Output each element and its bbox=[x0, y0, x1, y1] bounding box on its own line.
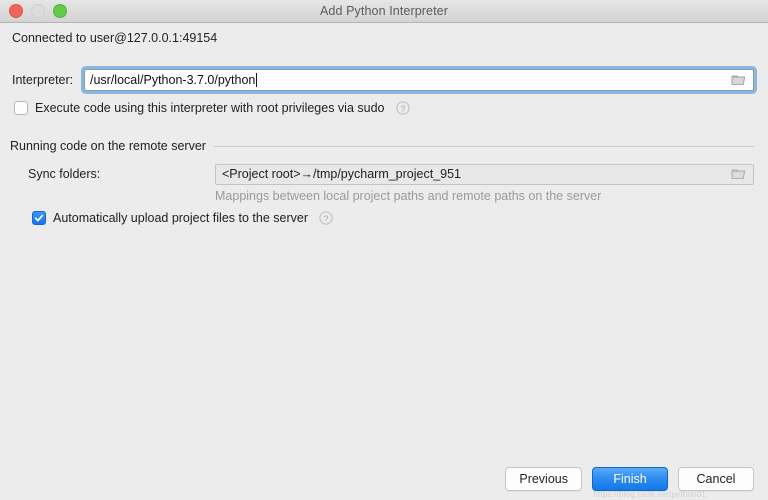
interpreter-row: Interpreter: /usr/local/Python-3.7.0/pyt… bbox=[12, 67, 754, 93]
text-caret bbox=[256, 73, 257, 87]
remote-section-header: Running code on the remote server bbox=[10, 139, 754, 153]
remote-section-title: Running code on the remote server bbox=[10, 139, 206, 153]
interpreter-input[interactable]: /usr/local/Python-3.7.0/python bbox=[84, 69, 754, 91]
sync-folders-value: <Project root>→/tmp/pycharm_project_951 bbox=[222, 167, 461, 181]
help-circle-icon[interactable]: ? bbox=[396, 101, 410, 115]
watermark-text: https://blog.csdn.net/python01 bbox=[593, 490, 706, 499]
maximize-button[interactable] bbox=[53, 4, 67, 18]
sync-folders-row: Sync folders: <Project root>→/tmp/pychar… bbox=[28, 163, 754, 185]
checkmark-icon bbox=[34, 213, 44, 223]
auto-upload-checkbox-row[interactable]: Automatically upload project files to th… bbox=[32, 211, 333, 225]
dialog-content: Connected to user@127.0.0.1:49154 Interp… bbox=[0, 23, 768, 500]
auto-upload-checkbox[interactable] bbox=[32, 211, 46, 225]
finish-button[interactable]: Finish bbox=[592, 467, 668, 491]
dialog-footer: Previous Finish Cancel bbox=[505, 467, 754, 491]
interpreter-input-value: /usr/local/Python-3.7.0/python bbox=[90, 73, 255, 87]
window-controls bbox=[9, 0, 67, 22]
sync-folders-field[interactable]: <Project root>→/tmp/pycharm_project_951 bbox=[215, 164, 754, 185]
sync-folders-hint: Mappings between local project paths and… bbox=[215, 189, 601, 203]
add-python-interpreter-dialog: Add Python Interpreter Connected to user… bbox=[0, 0, 768, 500]
svg-text:?: ? bbox=[324, 213, 329, 223]
sudo-checkbox[interactable] bbox=[14, 101, 28, 115]
sync-folders-label: Sync folders: bbox=[28, 167, 215, 181]
close-button[interactable] bbox=[9, 4, 23, 18]
window-title: Add Python Interpreter bbox=[0, 4, 768, 18]
sudo-checkbox-row[interactable]: Execute code using this interpreter with… bbox=[14, 101, 410, 115]
folder-icon[interactable] bbox=[731, 168, 747, 181]
cancel-button[interactable]: Cancel bbox=[678, 467, 754, 491]
help-circle-icon[interactable]: ? bbox=[319, 211, 333, 225]
section-divider bbox=[214, 146, 754, 147]
svg-text:?: ? bbox=[400, 103, 405, 113]
minimize-button[interactable] bbox=[31, 4, 45, 18]
previous-button[interactable]: Previous bbox=[505, 467, 582, 491]
interpreter-label: Interpreter: bbox=[12, 73, 84, 87]
folder-icon[interactable] bbox=[731, 74, 747, 87]
window-titlebar: Add Python Interpreter bbox=[0, 0, 768, 23]
connection-status-text: Connected to user@127.0.0.1:49154 bbox=[12, 31, 217, 45]
auto-upload-checkbox-label: Automatically upload project files to th… bbox=[53, 211, 308, 225]
sudo-checkbox-label: Execute code using this interpreter with… bbox=[35, 101, 385, 115]
